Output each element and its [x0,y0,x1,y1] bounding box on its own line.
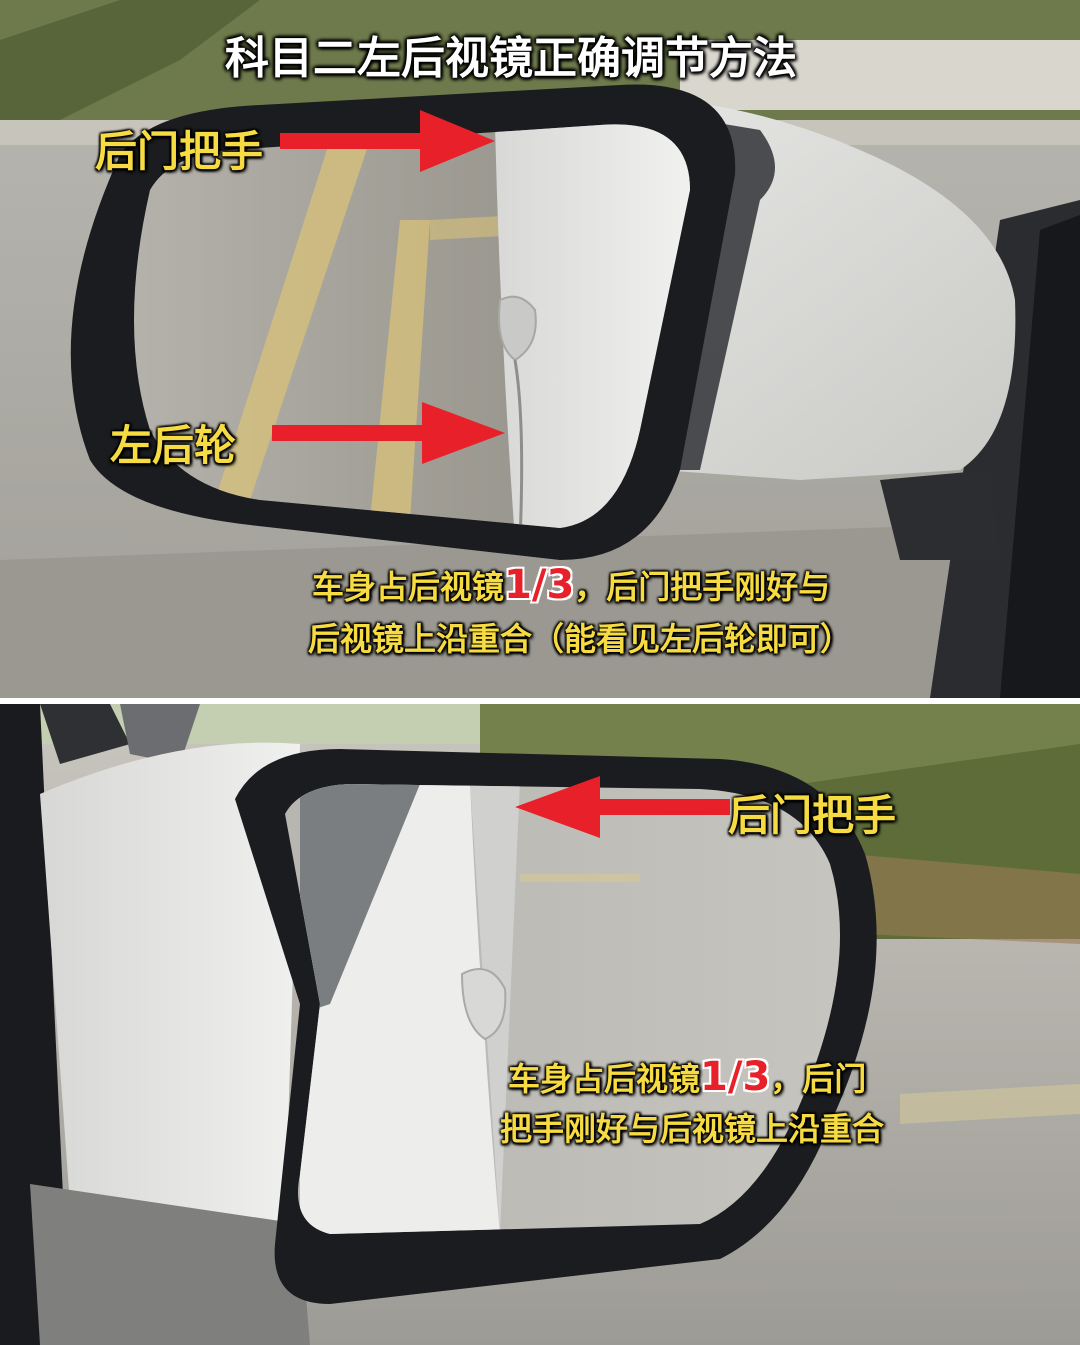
caption-top-line2: 后视镜上沿重合（能看见左后轮即可） [308,620,853,658]
mirror-base [880,470,1000,560]
caption-top-suffix: ，后门把手刚好与 [574,568,831,606]
caption-top-line1: 车身占后视镜1/3，后门把手刚好与 [312,562,830,608]
page-title: 科目二左后视镜正确调节方法 [225,33,797,84]
caption-bottom-line2: 把手刚好与后视镜上沿重合 [500,1110,885,1148]
caption-bottom-prefix: 车身占后视镜 [508,1060,701,1098]
label-rear-wheel: 左后轮 [110,421,237,470]
caption-top-prefix: 车身占后视镜 [312,568,505,606]
caption-bottom-suffix: ，后门 [770,1060,867,1098]
bottom-mirror-photo [0,704,1080,1345]
label-door-handle-bottom: 后门把手 [728,791,897,840]
label-door-handle-top: 后门把手 [95,127,264,176]
top-photo-panel: 科目二左后视镜正确调节方法 后门把手 左后轮 车身占后视镜1/3，后门把手刚好与… [0,0,1080,698]
caption-bottom-ratio: 1/3 [700,1054,771,1100]
caption-top-ratio: 1/3 [504,562,575,608]
caption-bottom-line1: 车身占后视镜1/3，后门 [508,1054,866,1100]
bottom-photo-panel: 后门把手 车身占后视镜1/3，后门 把手刚好与后视镜上沿重合 [0,704,1080,1345]
